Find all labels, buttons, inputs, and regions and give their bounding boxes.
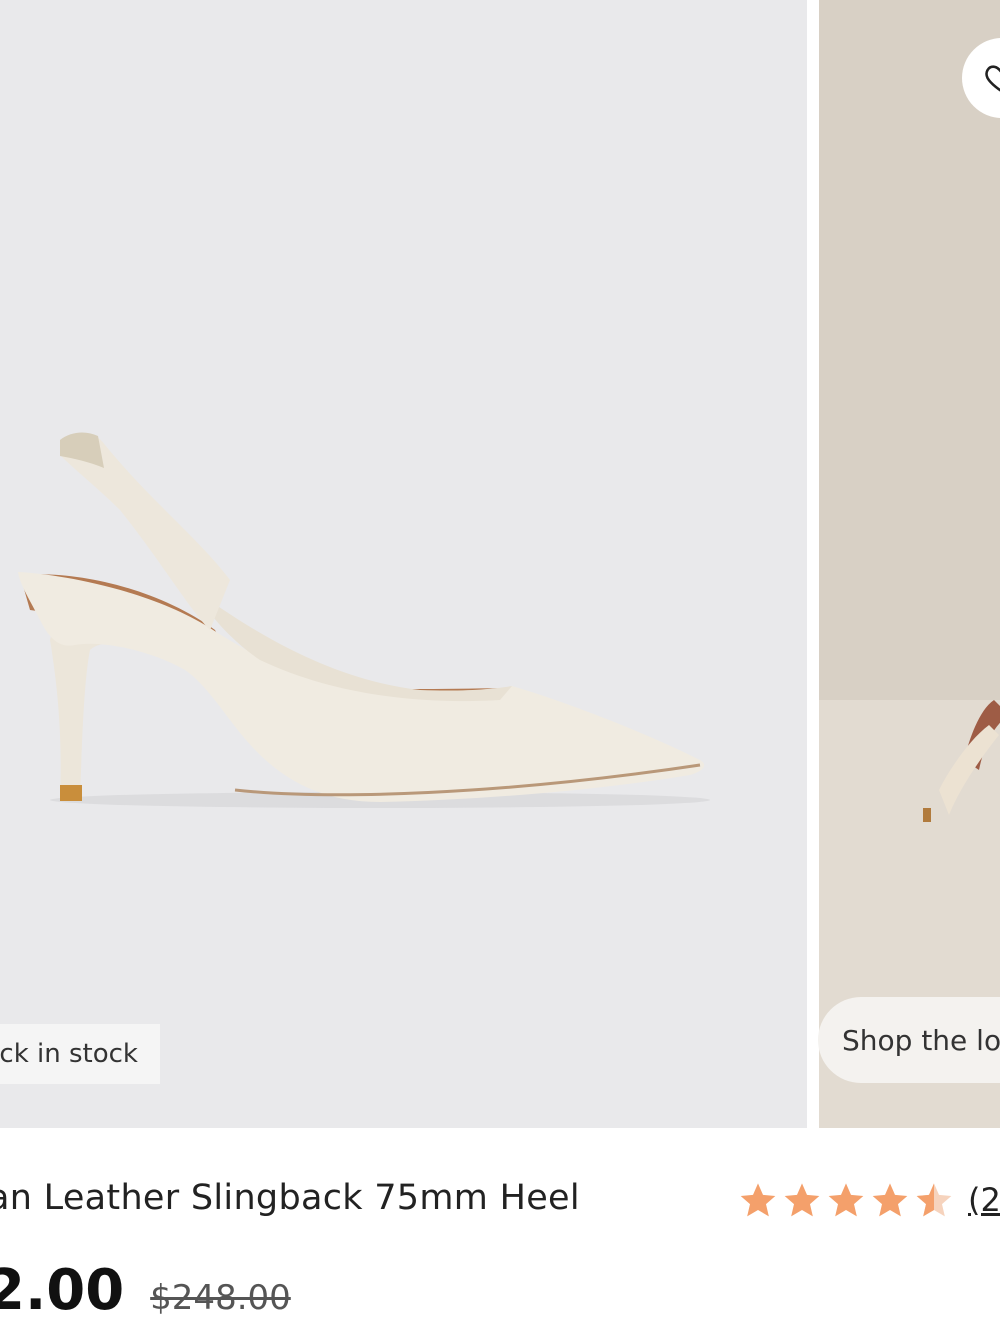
slingback-heel-image bbox=[18, 432, 710, 808]
shop-the-look-label: Shop the loo bbox=[842, 1023, 1000, 1057]
star-icon bbox=[784, 1183, 820, 1217]
price-original: $248.00 bbox=[150, 1278, 291, 1318]
stock-badge: ck in stock bbox=[0, 1024, 160, 1084]
gallery-divider bbox=[807, 0, 819, 1128]
star-icon bbox=[872, 1183, 908, 1217]
product-image-lifestyle[interactable] bbox=[819, 0, 1000, 1128]
price-current: 2.00 bbox=[0, 1258, 125, 1323]
shop-the-look-button[interactable]: Shop the loo bbox=[818, 997, 1000, 1083]
heart-icon bbox=[985, 65, 1000, 92]
product-rating[interactable]: (2 bbox=[738, 1177, 1000, 1223]
product-image-main[interactable] bbox=[0, 0, 807, 1128]
product-title[interactable]: an Leather Slingback 75mm Heel bbox=[0, 1178, 580, 1218]
star-icon bbox=[740, 1183, 776, 1217]
star-icon bbox=[828, 1183, 864, 1217]
star-half-icon bbox=[916, 1183, 952, 1217]
price-row: 2.00 $248.00 bbox=[0, 1258, 291, 1323]
lifestyle-photo bbox=[819, 0, 1000, 1128]
product-image-gallery[interactable]: ck in stock Shop the loo bbox=[0, 0, 1000, 1128]
rating-count-link[interactable]: (2 bbox=[968, 1181, 1000, 1219]
stock-badge-label: ck in stock bbox=[0, 1039, 138, 1069]
